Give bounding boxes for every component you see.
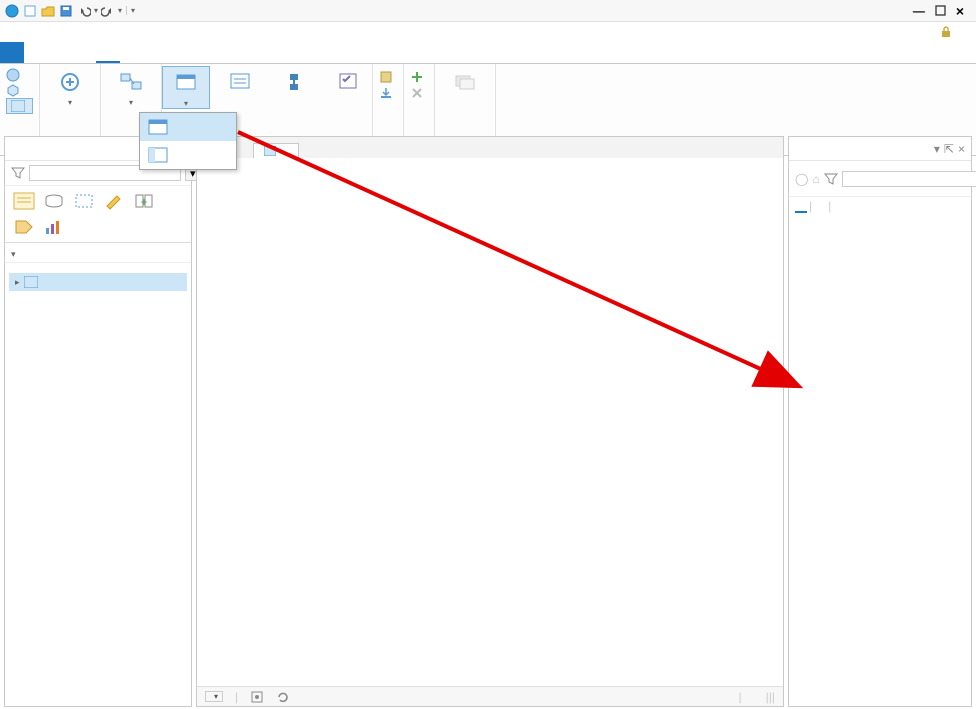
maximize-button[interactable] xyxy=(935,5,946,16)
save-icon[interactable] xyxy=(58,3,74,19)
map-tabbar xyxy=(197,137,783,158)
lock-icon xyxy=(940,26,952,38)
list-by-selection-icon[interactable] xyxy=(73,192,95,210)
toc-section-drawing-order xyxy=(5,262,191,271)
add-animation[interactable] xyxy=(410,70,428,84)
selection-menu-icon[interactable]: ||| xyxy=(766,690,775,704)
convert-button[interactable]: ▾ xyxy=(46,66,94,107)
tab-edit[interactable] xyxy=(120,42,144,63)
refresh-icon[interactable] xyxy=(276,691,290,703)
undo-icon[interactable] xyxy=(76,3,92,19)
pin-icon[interactable]: ⇱ xyxy=(944,142,954,156)
home-icon[interactable]: ⌂ xyxy=(812,172,819,186)
tasks-icon xyxy=(336,70,360,94)
redo-dropdown-icon[interactable]: ▾ xyxy=(118,6,122,15)
dropdown-project-pane[interactable] xyxy=(140,113,236,141)
map-view: ▾ | | ||| xyxy=(196,136,784,707)
link-views-button[interactable]: ▾ xyxy=(107,66,155,107)
python-pane-button[interactable] xyxy=(270,66,318,96)
tab-map[interactable] xyxy=(24,42,48,63)
create-thumbnail[interactable] xyxy=(379,70,397,84)
catalog-search-input[interactable] xyxy=(842,171,976,187)
map-icon xyxy=(24,276,38,288)
minimize-button[interactable]: — xyxy=(913,4,925,18)
qat-customize-icon[interactable]: ▾ xyxy=(126,6,135,15)
svg-text:+: + xyxy=(140,195,147,209)
workspace: ▾ + ▾ ▸ ▾ xyxy=(0,136,976,709)
remove-animation xyxy=(410,86,428,100)
project-pane-icon xyxy=(174,71,198,95)
back-icon[interactable]: ◯ xyxy=(795,172,808,186)
chevron-down-icon: ▾ xyxy=(68,98,72,107)
list-by-chart-icon[interactable] xyxy=(43,218,65,236)
contents-pane-icon xyxy=(228,70,252,94)
chevron-down-icon: ▾ xyxy=(184,99,188,108)
list-by-editing-icon[interactable] xyxy=(103,192,125,210)
dropdown-icon[interactable]: ▾ xyxy=(934,142,940,156)
chevron-down-icon[interactable]: ▾ xyxy=(11,249,16,260)
contents-pane-button[interactable] xyxy=(216,66,264,96)
close-panel-icon[interactable]: × xyxy=(958,142,965,156)
new-icon[interactable] xyxy=(22,3,38,19)
tab-view[interactable] xyxy=(96,42,120,63)
redo-icon[interactable] xyxy=(100,3,116,19)
close-button[interactable]: × xyxy=(956,3,964,19)
map-tab-icon xyxy=(264,146,276,156)
catalog-tab-notify[interactable] xyxy=(833,199,845,213)
convert-icon xyxy=(58,70,82,94)
project-view-icon xyxy=(148,147,168,163)
python-icon xyxy=(282,70,306,94)
list-by-drawing-icon[interactable] xyxy=(13,192,35,210)
tasks-pane-button[interactable] xyxy=(324,66,372,96)
catalog-tab-project[interactable] xyxy=(795,199,807,213)
filter-icon[interactable] xyxy=(11,166,25,180)
dropdown-project-view[interactable] xyxy=(140,141,236,169)
list-by-labeling-icon[interactable] xyxy=(13,218,35,236)
filter-icon[interactable] xyxy=(824,172,838,186)
depth-priority-button xyxy=(441,66,489,96)
tab-insert[interactable] xyxy=(48,42,72,63)
status-bar: ▾ | | ||| xyxy=(197,686,783,706)
catalog-tabs: | | xyxy=(789,197,971,215)
login-row xyxy=(0,22,976,42)
undo-dropdown-icon[interactable]: ▾ xyxy=(94,6,98,15)
globe-icon xyxy=(6,68,20,82)
expand-icon[interactable]: ▸ xyxy=(15,277,20,288)
scale-selector[interactable]: ▾ xyxy=(205,691,223,702)
catalog-tree xyxy=(789,215,971,706)
toc-view-icons: + xyxy=(5,186,191,238)
catalog-tab-portal[interactable] xyxy=(814,199,826,213)
quick-access-toolbar: ▾ ▾ ▾ xyxy=(0,3,139,19)
map-tab[interactable] xyxy=(253,143,299,158)
contents-panel: ▾ + ▾ ▸ xyxy=(4,136,192,707)
map-canvas[interactable] xyxy=(197,158,783,686)
app-icon xyxy=(4,3,20,19)
cube-icon xyxy=(6,83,20,97)
tab-share[interactable] xyxy=(144,42,168,63)
chevron-down-icon: ▾ xyxy=(214,692,218,701)
tab-project[interactable] xyxy=(0,42,24,63)
title-bar: ▾ ▾ ▾ — × xyxy=(0,0,976,22)
nav-map-button[interactable] xyxy=(6,98,33,114)
project-pane-icon xyxy=(148,119,168,135)
chevron-down-icon: ▾ xyxy=(129,98,133,107)
list-by-snapping-icon[interactable]: + xyxy=(133,192,155,210)
catalog-panel: ▾ ⇱ × ◯ ⌂ ρ ▾ ≡ | | xyxy=(788,136,972,707)
toc-item-map[interactable]: ▸ xyxy=(9,273,187,291)
project-pane-dropdown xyxy=(139,112,237,170)
link-icon xyxy=(119,70,143,94)
project-pane-button[interactable]: ▾ xyxy=(162,66,210,109)
ribbon-tabstrip xyxy=(0,42,976,64)
window-controls: — × xyxy=(891,3,976,19)
import-thumbnail[interactable] xyxy=(379,86,397,100)
depth-icon xyxy=(453,70,477,94)
pause-drawing-icon[interactable] xyxy=(250,691,264,703)
tab-analysis[interactable] xyxy=(72,42,96,63)
open-icon[interactable] xyxy=(40,3,56,19)
list-by-source-icon[interactable] xyxy=(43,192,65,210)
